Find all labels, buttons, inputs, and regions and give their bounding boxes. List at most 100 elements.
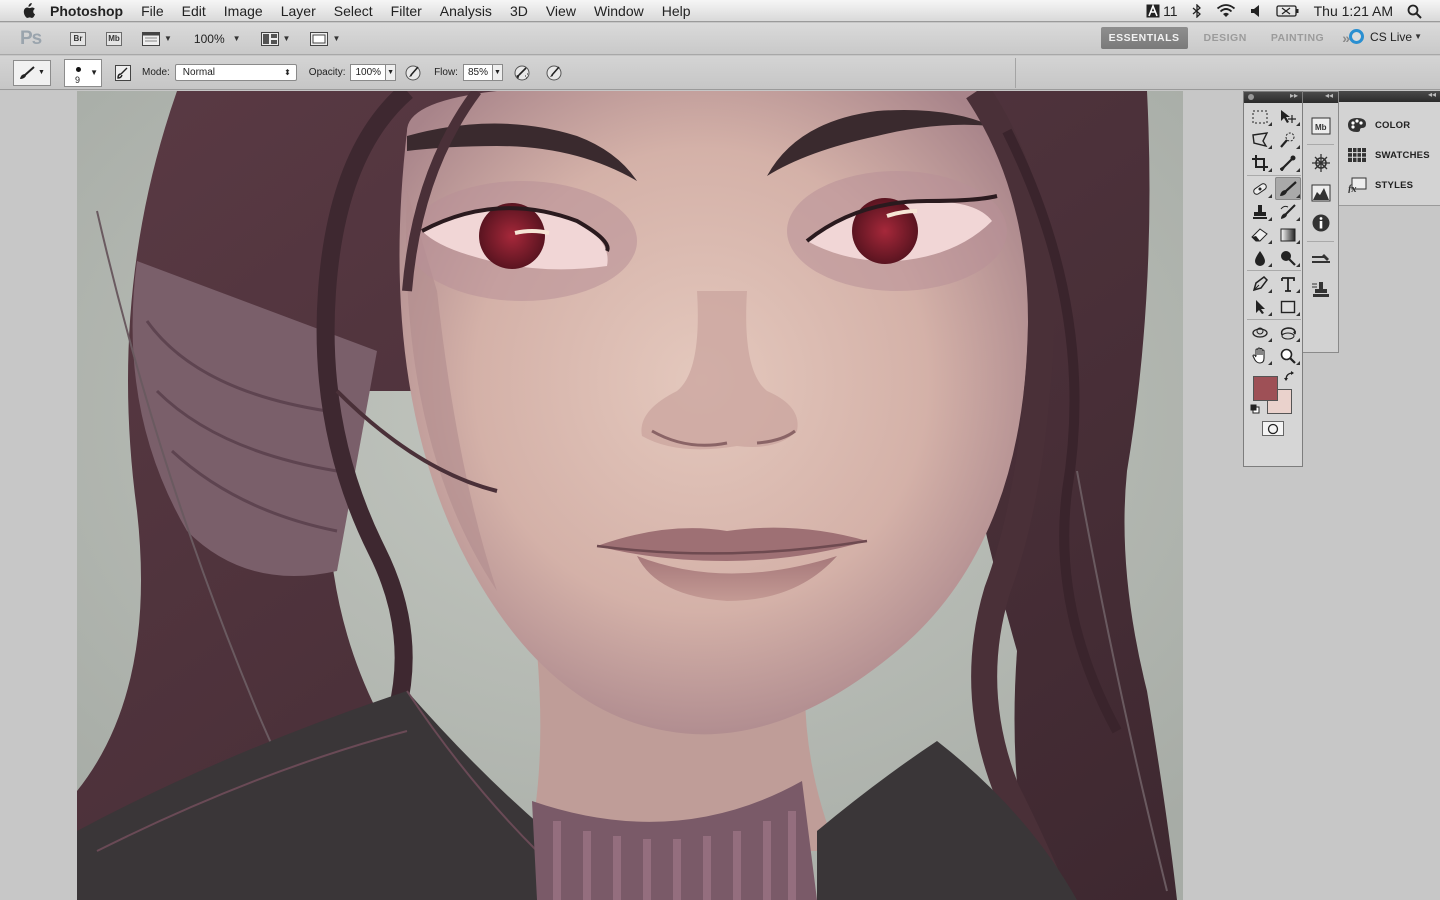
workspace-essentials[interactable]: ESSENTIALS	[1100, 27, 1188, 49]
color-palette-icon	[1348, 118, 1366, 132]
adobe-status[interactable]: 11	[1146, 3, 1178, 19]
marquee-tool[interactable]	[1247, 105, 1273, 128]
history-brush-tool[interactable]	[1275, 200, 1301, 223]
document-canvas[interactable]	[77, 91, 1183, 900]
expand-icon[interactable]: ◂◂	[1428, 90, 1436, 99]
menu-view[interactable]: View	[546, 3, 576, 19]
spotlight-search-icon[interactable]	[1407, 4, 1422, 19]
bridge-button[interactable]: Br	[70, 31, 86, 46]
workspace-design[interactable]: DESIGN	[1196, 27, 1255, 49]
opacity-field[interactable]: 100% ▼	[350, 64, 397, 81]
apple-icon[interactable]	[18, 2, 38, 19]
swap-colors-icon[interactable]	[1284, 371, 1296, 383]
menu-analysis[interactable]: Analysis	[440, 3, 492, 19]
brush-preset-picker[interactable]: 9 ▼	[64, 58, 102, 87]
menu-layer[interactable]: Layer	[281, 3, 316, 19]
screen-mode-dropdown[interactable]: ▼	[310, 31, 340, 46]
mini-bridge-icon: Mb	[1311, 117, 1331, 135]
flow-value[interactable]: 85%	[462, 64, 493, 81]
histogram-panel-button[interactable]	[1303, 178, 1339, 208]
pen-tool[interactable]	[1247, 272, 1273, 295]
tool-grid	[1244, 103, 1302, 369]
collapse-icon[interactable]: ▸▸	[1290, 91, 1298, 100]
opacity-value[interactable]: 100%	[350, 64, 387, 81]
menu-select[interactable]: Select	[334, 3, 373, 19]
menu-file[interactable]: File	[141, 3, 164, 19]
blend-mode-select[interactable]: Normal ⬍	[174, 64, 297, 81]
volume-icon[interactable]	[1250, 4, 1262, 18]
blur-tool[interactable]	[1247, 246, 1273, 269]
foreground-color-swatch[interactable]	[1253, 376, 1278, 401]
view-extras-dropdown[interactable]: ▼	[142, 31, 172, 46]
default-colors-icon[interactable]	[1250, 404, 1260, 414]
zoom-level-dropdown[interactable]: 100% ▼	[194, 32, 241, 46]
menu-3d[interactable]: 3D	[510, 3, 528, 19]
hand-tool[interactable]	[1247, 344, 1273, 367]
menu-app-name[interactable]: Photoshop	[50, 3, 123, 19]
close-icon[interactable]	[1248, 94, 1254, 100]
healing-brush-tool[interactable]	[1247, 177, 1273, 200]
lasso-tool[interactable]	[1247, 128, 1273, 151]
brush-panel-toggle[interactable]	[114, 64, 132, 82]
shape-tool[interactable]	[1275, 295, 1301, 318]
move-tool[interactable]	[1275, 105, 1301, 128]
styles-fx-icon: fx	[1348, 177, 1367, 193]
rectangular-marquee-icon	[1252, 110, 1268, 123]
quick-mask-button[interactable]	[1262, 421, 1284, 436]
menu-image[interactable]: Image	[224, 3, 263, 19]
chevron-down-icon[interactable]: ▼	[386, 64, 397, 81]
pen-icon	[1252, 275, 1268, 291]
styles-panel-button[interactable]: fx STYLES	[1339, 170, 1440, 200]
brush-tool[interactable]	[1275, 177, 1301, 200]
menu-edit[interactable]: Edit	[182, 3, 206, 19]
dock-header[interactable]: ◂◂	[1339, 90, 1440, 102]
clone-source-panel-button[interactable]	[1303, 275, 1339, 305]
menu-filter[interactable]: Filter	[391, 3, 422, 19]
color-panel-button[interactable]: COLOR	[1339, 110, 1440, 140]
flow-field[interactable]: 85% ▼	[462, 64, 503, 81]
eyedropper-tool[interactable]	[1275, 151, 1301, 174]
pressure-size-toggle[interactable]	[545, 64, 563, 82]
crop-tool[interactable]	[1247, 151, 1273, 174]
arrange-documents-dropdown[interactable]: ▼	[260, 31, 290, 46]
pressure-opacity-toggle[interactable]	[404, 64, 422, 82]
type-tool[interactable]	[1275, 272, 1301, 295]
tools-panel-header[interactable]: ▸▸	[1244, 91, 1302, 103]
cs-live-menu[interactable]: CS Live ▼	[1349, 29, 1422, 44]
dodge-tool[interactable]	[1275, 246, 1301, 269]
screen-mode-icon	[310, 31, 329, 46]
dock-separator	[1307, 144, 1334, 145]
battery-icon[interactable]	[1275, 4, 1300, 18]
mini-bridge-panel-button[interactable]: Mb	[1303, 111, 1339, 141]
chevron-down-icon: ▼	[164, 34, 172, 43]
swatches-panel-button[interactable]: SWATCHES	[1339, 140, 1440, 170]
chevron-down-icon: ▼	[232, 34, 241, 43]
airbrush-toggle[interactable]	[513, 64, 531, 82]
eraser-tool[interactable]	[1247, 223, 1273, 246]
3d-orbit-tool[interactable]	[1275, 321, 1301, 344]
tool-preset-picker[interactable]: ▼	[13, 59, 51, 86]
3d-rotate-tool[interactable]	[1247, 321, 1273, 344]
tool-presets-panel-button[interactable]	[1303, 245, 1339, 275]
expand-icon[interactable]: ◂◂	[1325, 91, 1333, 100]
clock[interactable]: Thu 1:21 AM	[1314, 3, 1393, 19]
brush-size-value: 9	[75, 74, 81, 85]
mini-bridge-button[interactable]: Mb	[106, 31, 122, 46]
zoom-tool[interactable]	[1275, 344, 1301, 367]
menu-help[interactable]: Help	[662, 3, 691, 19]
info-panel-button[interactable]	[1303, 208, 1339, 238]
bluetooth-icon[interactable]	[1192, 4, 1202, 18]
wifi-icon[interactable]	[1216, 4, 1236, 18]
clone-stamp-tool[interactable]	[1247, 200, 1273, 223]
quick-selection-tool[interactable]	[1275, 128, 1301, 151]
zoom-level-value: 100%	[193, 31, 225, 46]
gradient-tool[interactable]	[1275, 223, 1301, 246]
menu-window[interactable]: Window	[594, 3, 644, 19]
workspace-painting[interactable]: PAINTING	[1263, 27, 1332, 49]
path-selection-tool[interactable]	[1247, 295, 1273, 318]
chevron-down-icon[interactable]: ▼	[492, 64, 503, 81]
blend-mode-value: Normal	[182, 67, 216, 78]
dock-header[interactable]: ◂◂	[1303, 91, 1338, 103]
navigator-panel-button[interactable]	[1303, 148, 1339, 178]
portrait-painting[interactable]	[77, 91, 1183, 900]
